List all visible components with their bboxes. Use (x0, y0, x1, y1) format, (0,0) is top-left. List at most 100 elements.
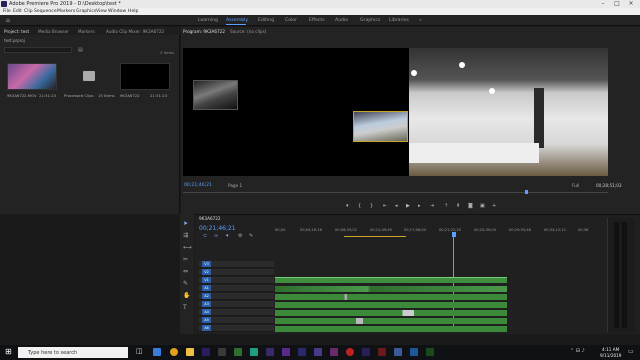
app-taskbar-icon[interactable] (314, 348, 322, 356)
audio-clip-a2[interactable] (275, 294, 507, 300)
track-label-a6[interactable]: A6 (202, 325, 211, 331)
workspace-libraries[interactable]: Libraries (389, 18, 409, 23)
tab-project[interactable]: Project: test (4, 29, 29, 34)
edge-icon[interactable] (153, 348, 161, 356)
sequence-thumbnail[interactable] (120, 63, 170, 90)
selection-tool-icon[interactable]: ➤ (183, 220, 188, 227)
menu-graphics[interactable]: Graphics (76, 9, 96, 14)
slip-tool-icon[interactable]: ⇔ (183, 268, 188, 275)
snap-icon[interactable]: ⊂ (203, 233, 207, 239)
track-label-a4[interactable]: A4 (202, 309, 211, 315)
workspace-editing[interactable]: Editing (258, 18, 274, 23)
home-icon[interactable]: ⌂ (6, 17, 13, 24)
button-editor-icon[interactable]: + (492, 203, 496, 209)
timeline-timecode[interactable]: 00;21;46;21 (199, 225, 236, 232)
track-label-a1[interactable]: A1 (202, 285, 211, 291)
track-label-v1[interactable]: V1 (202, 277, 211, 283)
audio-clip-a5[interactable] (275, 318, 507, 324)
minimize-icon[interactable]: – (596, 0, 610, 7)
audio-clip-a3[interactable] (275, 302, 507, 308)
project-search-input[interactable] (4, 47, 72, 53)
audio-clip-a6[interactable] (275, 326, 507, 332)
program-video-frame[interactable] (183, 48, 608, 176)
file-explorer-icon[interactable] (186, 348, 194, 356)
tab-markers[interactable]: Markers (78, 29, 95, 34)
app-taskbar-icon[interactable] (362, 348, 370, 356)
linked-selection-icon[interactable]: ∞ (214, 233, 218, 239)
menu-help[interactable]: Help (128, 9, 138, 14)
program-playhead[interactable] (525, 190, 528, 194)
tab-audio-clip-mixer[interactable]: Audio Clip Mixer: 9K3A6722 (106, 29, 164, 34)
mark-out-icon[interactable]: } (370, 203, 373, 209)
notifications-icon[interactable]: ▭ (628, 348, 634, 355)
tab-media-browser[interactable]: Media Browser (38, 29, 69, 34)
close-icon[interactable]: × (624, 0, 638, 7)
audio-clip-a1[interactable] (275, 286, 507, 292)
app-taskbar-icon[interactable] (394, 348, 402, 356)
lift-icon[interactable]: ⇡ (444, 203, 448, 209)
track-label-a2[interactable]: A2 (202, 293, 211, 299)
go-to-in-icon[interactable]: ⇤ (383, 203, 387, 209)
step-back-icon[interactable]: ◂ (395, 203, 398, 209)
menu-view[interactable]: View (96, 9, 107, 14)
track-label-a3[interactable]: A3 (202, 301, 211, 307)
hand-tool-icon[interactable]: ✋ (183, 292, 190, 299)
add-marker-icon[interactable]: ▾ (346, 203, 349, 209)
system-tray-icons[interactable]: ⌃ ⊟ ♪ (570, 348, 585, 354)
comparison-view-icon[interactable]: ▣ (480, 203, 485, 209)
workspace-assembly[interactable]: Assembly (226, 18, 248, 23)
add-marker-timeline-icon[interactable]: ▾ (226, 233, 229, 239)
program-zoom-select[interactable]: Full (572, 183, 579, 188)
step-forward-icon[interactable]: ▸ (418, 203, 421, 209)
app-taskbar-icon[interactable] (426, 348, 434, 356)
program-scrubber[interactable] (183, 192, 608, 193)
menu-sequence[interactable]: Sequence (34, 9, 57, 14)
track-label-v2[interactable]: V2 (202, 269, 211, 275)
menu-markers[interactable]: Markers (57, 9, 75, 14)
program-timecode[interactable]: 00;21;46;21 (184, 183, 212, 188)
extract-icon[interactable]: ⇞ (456, 203, 460, 209)
pip-overlay-selected[interactable] (353, 111, 408, 142)
track-label-v3[interactable]: V3 (202, 261, 211, 267)
app-taskbar-icon[interactable] (330, 348, 338, 356)
taskbar-search-input[interactable]: Type here to search (18, 347, 128, 358)
app-taskbar-icon[interactable] (250, 348, 258, 356)
app-taskbar-icon[interactable] (266, 348, 274, 356)
razor-tool-icon[interactable]: ✂ (183, 256, 188, 263)
workspace-learning[interactable]: Learning (198, 18, 218, 23)
tab-program[interactable]: Program: 9K3A6722 (183, 29, 225, 34)
pen-tool-icon[interactable]: ✎ (183, 280, 188, 287)
mark-in-icon[interactable]: { (358, 203, 361, 209)
play-icon[interactable]: ▶ (406, 203, 410, 209)
app-taskbar-icon[interactable] (218, 348, 226, 356)
clock-date[interactable]: 9/11/2019 (600, 353, 621, 358)
go-to-out-icon[interactable]: ⇥ (430, 203, 434, 209)
app-taskbar-icon[interactable] (346, 348, 354, 356)
workspace-audio[interactable]: Audio (335, 18, 348, 23)
ripple-edit-tool-icon[interactable]: ⟷ (183, 244, 192, 251)
app-taskbar-icon[interactable] (410, 348, 418, 356)
video-clip[interactable] (275, 277, 507, 283)
program-fit-select[interactable]: Page 1 (228, 183, 242, 188)
task-view-icon[interactable]: ◫ (136, 347, 143, 355)
app-taskbar-icon[interactable] (282, 348, 290, 356)
timeline-tab[interactable]: 9K3A6722 (199, 216, 221, 221)
timeline-settings-icon[interactable]: ⚙ (238, 233, 242, 239)
app-taskbar-icon[interactable] (378, 348, 386, 356)
work-area-bar[interactable] (344, 236, 406, 237)
windows-start-icon[interactable]: ⊞ (5, 347, 12, 356)
workspace-effects[interactable]: Effects (309, 18, 325, 23)
clock-time[interactable]: 4:11 AM (602, 347, 619, 352)
maximize-icon[interactable]: □ (610, 0, 624, 7)
export-frame-icon[interactable]: ◙ (468, 203, 473, 209)
premiere-taskbar-icon[interactable] (202, 348, 210, 356)
workspace-color[interactable]: Color (285, 18, 297, 23)
workspace-graphics[interactable]: Graphics (360, 18, 380, 23)
app-taskbar-icon[interactable] (234, 348, 242, 356)
new-bin-icon[interactable]: ▤ (78, 47, 83, 53)
menu-file[interactable]: File (3, 9, 11, 14)
menu-clip[interactable]: Clip (24, 9, 33, 14)
workspace-more-icon[interactable]: » (419, 18, 422, 23)
tab-source[interactable]: Source: (no clips) (230, 29, 266, 34)
chrome-icon[interactable] (170, 348, 178, 356)
